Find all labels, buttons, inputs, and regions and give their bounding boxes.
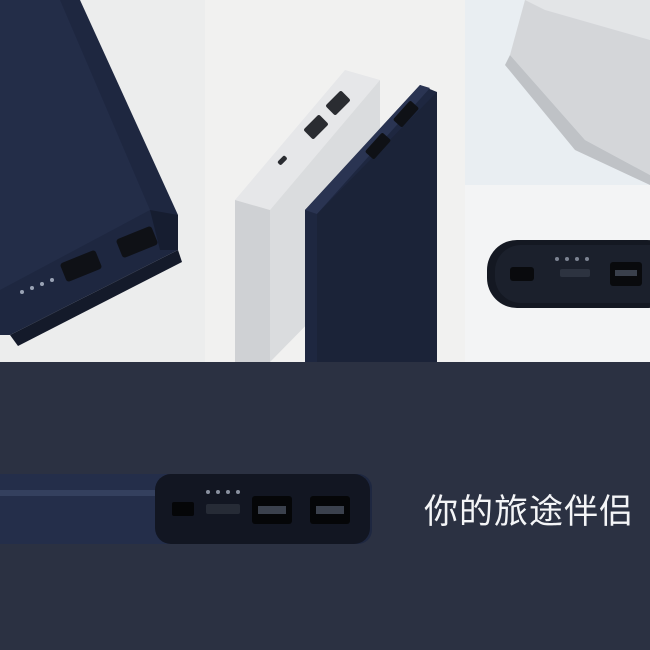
- power-bank-ports-detail-panel: [465, 185, 650, 362]
- silver-power-bank-corner-panel: [465, 0, 650, 185]
- navy-power-bank-closeup-image: [0, 0, 205, 362]
- tagline-text: 你的旅途伴侣: [424, 492, 634, 532]
- product-collage: 你的旅途伴侣: [0, 0, 650, 650]
- silver-and-navy-power-banks-panel: [205, 0, 465, 362]
- navy-power-bank-closeup-panel: [0, 0, 205, 362]
- silver-and-navy-power-banks-image: [205, 0, 465, 362]
- silver-power-bank-corner-image: [465, 0, 650, 185]
- navy-power-bank-side-profile-panel: 你的旅途伴侣: [0, 362, 650, 650]
- power-bank-ports-detail-image: [465, 185, 650, 362]
